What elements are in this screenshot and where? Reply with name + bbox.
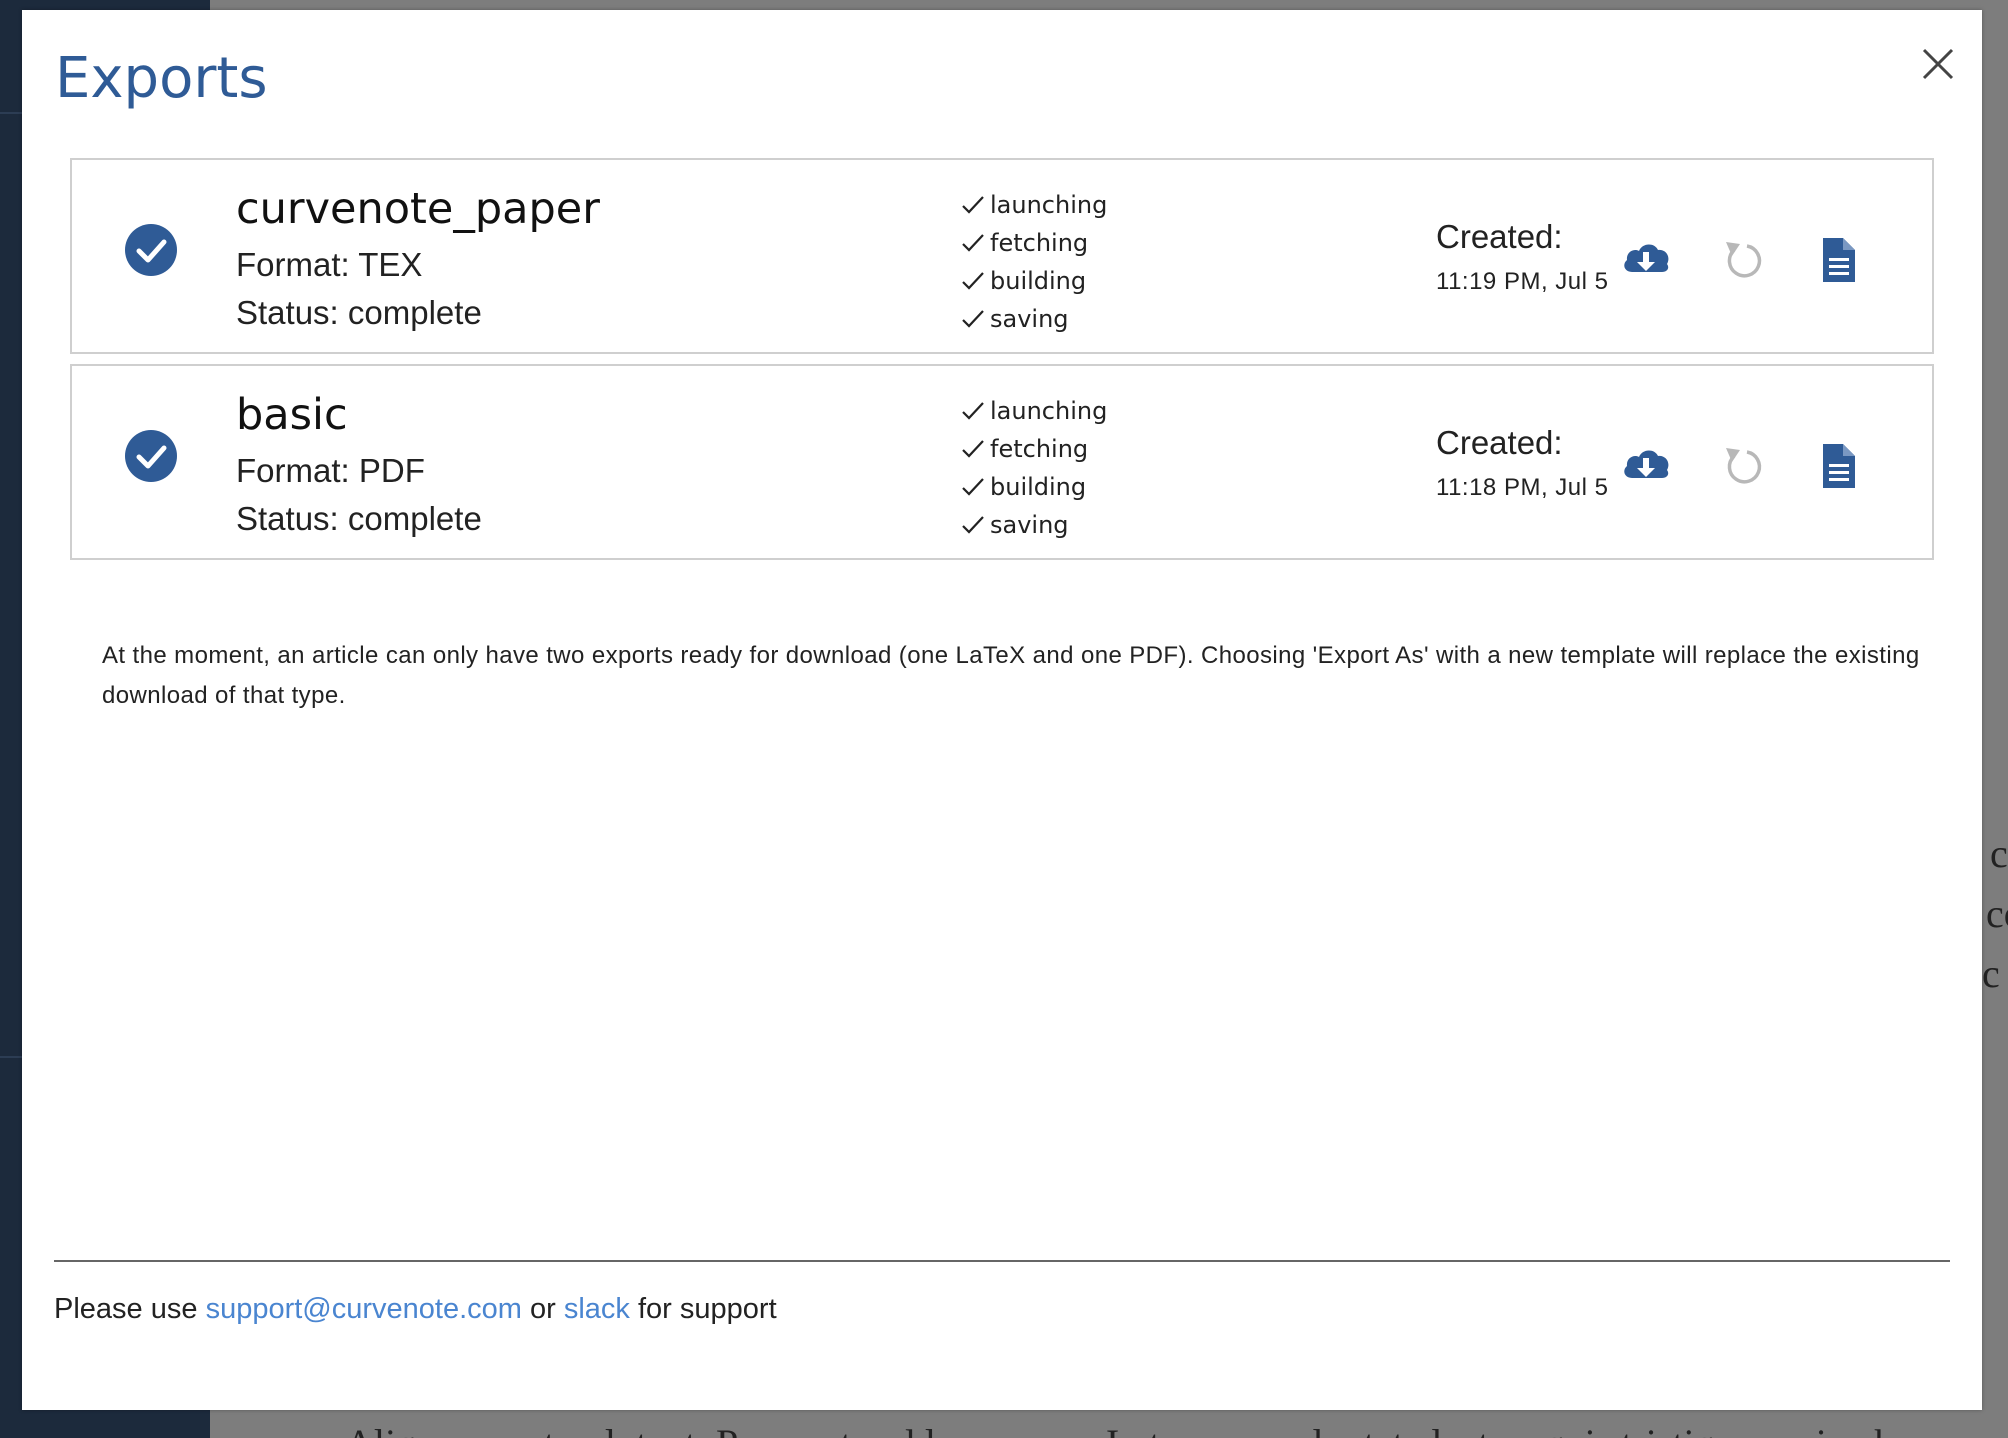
step-item: building <box>960 262 1107 300</box>
export-status: Status: complete <box>236 294 482 331</box>
support-email-link[interactable]: support@curvenote.com <box>206 1293 522 1325</box>
background-text-line: Aliquam erat volutpat. Praesent sed lacu… <box>345 1420 2005 1438</box>
retry-icon <box>1726 448 1762 484</box>
created-time: 11:19 PM, Jul 5 <box>1436 268 1609 295</box>
retry-button[interactable] <box>1714 232 1770 288</box>
step-label: fetching <box>990 435 1089 463</box>
step-item: launching <box>960 186 1107 224</box>
info-message: At the moment, an article can only have … <box>102 642 1920 709</box>
background-text-line: cc <box>1986 891 2008 936</box>
export-card: curvenote_paper Format: TEX Status: comp… <box>70 158 1934 354</box>
step-item: launching <box>960 392 1107 430</box>
export-steps: launching fetching building saving <box>960 186 1107 338</box>
step-item: building <box>960 468 1107 506</box>
step-item: saving <box>960 506 1107 544</box>
support-footer: Please use support@curvenote.com or slac… <box>54 1293 777 1326</box>
check-circle-icon <box>124 429 178 483</box>
cloud-download-icon <box>1624 450 1669 478</box>
exports-modal: Exports curvenote_paper Format: TEX Stat… <box>22 10 1982 1410</box>
step-label: saving <box>990 305 1069 333</box>
download-button[interactable] <box>1618 232 1674 288</box>
checkmark-icon <box>960 398 986 424</box>
checkmark-icon <box>960 436 986 462</box>
slack-link[interactable]: slack <box>564 1293 630 1325</box>
retry-icon <box>1726 242 1762 278</box>
checkmark-icon <box>960 512 986 538</box>
checkmark-icon <box>960 306 986 332</box>
checkmark-icon <box>960 474 986 500</box>
step-label: fetching <box>990 229 1089 257</box>
export-format: Format: PDF <box>236 452 425 489</box>
step-label: saving <box>990 511 1069 539</box>
background-text-line: c <box>1990 831 2008 876</box>
step-label: launching <box>990 397 1108 425</box>
step-label: building <box>990 267 1087 295</box>
log-button[interactable] <box>1810 438 1866 494</box>
close-button[interactable] <box>1910 36 1966 92</box>
close-icon <box>1922 48 1954 80</box>
checkmark-icon <box>960 230 986 256</box>
footer-divider <box>54 1260 1950 1262</box>
download-button[interactable] <box>1618 438 1674 494</box>
export-name: basic <box>236 390 348 440</box>
modal-title: Exports <box>55 46 268 111</box>
check-circle-icon <box>124 223 178 277</box>
export-card: basic Format: PDF Status: complete launc… <box>70 364 1934 560</box>
export-status: Status: complete <box>236 500 482 537</box>
background-text-line: c v <box>1982 951 2008 996</box>
log-button[interactable] <box>1810 232 1866 288</box>
footer-suffix: for support <box>638 1293 777 1325</box>
export-format: Format: TEX <box>236 246 423 283</box>
created-label: Created: <box>1436 218 1563 255</box>
step-label: building <box>990 473 1087 501</box>
step-item: saving <box>960 300 1107 338</box>
step-item: fetching <box>960 224 1107 262</box>
export-steps: launching fetching building saving <box>960 392 1107 544</box>
cloud-download-icon <box>1624 244 1669 272</box>
retry-button[interactable] <box>1714 438 1770 494</box>
checkmark-icon <box>960 268 986 294</box>
created-time: 11:18 PM, Jul 5 <box>1436 474 1609 501</box>
footer-prefix: Please use <box>54 1293 198 1325</box>
document-icon <box>1823 238 1855 282</box>
export-name: curvenote_paper <box>236 184 600 234</box>
step-label: launching <box>990 191 1108 219</box>
footer-middle: or <box>530 1293 556 1325</box>
created-label: Created: <box>1436 424 1563 461</box>
checkmark-icon <box>960 192 986 218</box>
step-item: fetching <box>960 430 1107 468</box>
document-icon <box>1823 444 1855 488</box>
